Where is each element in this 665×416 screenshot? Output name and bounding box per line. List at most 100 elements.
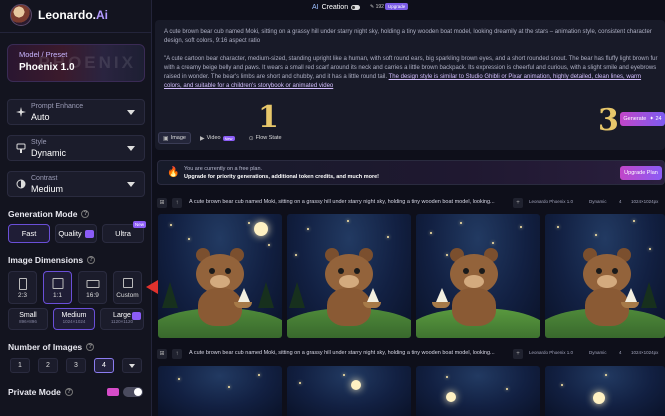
generation-header: ⊞ ↑ A cute brown bear cub named Moki, si… bbox=[157, 197, 665, 209]
annotation-1: 1 bbox=[258, 100, 279, 135]
ratio-16-9-button[interactable]: 16:9 bbox=[78, 271, 107, 304]
logo[interactable]: Leonardo.Ai bbox=[10, 4, 108, 26]
count-2-button[interactable]: 2 bbox=[38, 358, 58, 373]
pro-icon bbox=[107, 388, 119, 396]
help-icon[interactable]: ? bbox=[86, 343, 95, 351]
help-icon[interactable]: ? bbox=[87, 256, 96, 264]
toggle-knob bbox=[134, 388, 142, 396]
prompt-enhance-select[interactable]: Prompt Enhance Auto bbox=[7, 99, 145, 125]
image-icon: ▣ bbox=[163, 135, 169, 142]
generation-count: 4 bbox=[619, 199, 622, 204]
private-mode-title: Private Mode? bbox=[8, 387, 73, 397]
chevron-down-icon bbox=[127, 110, 135, 115]
video-icon: ▶ bbox=[199, 135, 205, 142]
sidebar: Leonardo.Ai PHOENIX Model / Preset Phoen… bbox=[0, 0, 152, 416]
new-badge: New bbox=[222, 135, 235, 141]
upgrade-plan-button[interactable]: Upgrade Plan bbox=[620, 166, 662, 180]
tab-image[interactable]: ▣ Image bbox=[158, 132, 191, 144]
number-of-images-title: Number of Images? bbox=[8, 342, 95, 352]
contrast-icon bbox=[16, 179, 26, 189]
generation-header: ⊞ ↑ A cute brown bear cub named Moki, si… bbox=[157, 348, 665, 360]
avatar[interactable] bbox=[10, 4, 32, 26]
arrow-up-icon[interactable]: ↑ bbox=[172, 198, 182, 208]
grid-icon[interactable]: ⊞ bbox=[157, 198, 167, 208]
generated-image[interactable] bbox=[416, 214, 540, 338]
generated-image[interactable] bbox=[545, 214, 665, 338]
landscape-icon bbox=[86, 280, 99, 288]
brush-icon bbox=[16, 143, 26, 153]
new-badge: New bbox=[132, 221, 146, 228]
mode-fast-button[interactable]: Fast bbox=[8, 224, 50, 243]
tab-video[interactable]: ▶ Video New bbox=[195, 132, 240, 144]
generate-button[interactable]: Generate ✦ 24 bbox=[620, 112, 665, 126]
upgrade-button[interactable]: Upgrade bbox=[385, 3, 409, 10]
app-name: Leonardo.Ai bbox=[38, 8, 109, 22]
size-small-button[interactable]: Small 896×896 bbox=[8, 308, 48, 330]
chevron-down-icon bbox=[129, 363, 135, 368]
size-large-button[interactable]: Large 1120×1120 bbox=[100, 308, 144, 330]
private-mode-toggle[interactable] bbox=[123, 387, 143, 397]
generated-image[interactable] bbox=[545, 366, 665, 416]
ratio-2-3-button[interactable]: 2:3 bbox=[8, 271, 37, 304]
image-dimensions-title: Image Dimensions? bbox=[8, 255, 96, 265]
chevron-down-icon bbox=[127, 182, 135, 187]
style-label: Style bbox=[31, 139, 47, 146]
generation-style: Dynamic bbox=[589, 199, 607, 204]
generation-prompt: A cute brown bear cub named Moki, sittin… bbox=[189, 199, 495, 205]
model-preset-select[interactable]: PHOENIX Model / Preset Phoenix 1.0 bbox=[7, 44, 145, 82]
prompt-enhance-label: Prompt Enhance bbox=[31, 103, 84, 110]
plus-icon[interactable]: + bbox=[513, 349, 523, 359]
generation-mode-title: Generation Mode? bbox=[8, 209, 90, 219]
mode-quality-button[interactable]: Quality bbox=[55, 224, 97, 243]
banner-line-2: Upgrade for priority generations, additi… bbox=[184, 174, 379, 180]
banner-line-1: You are currently on a free plan. bbox=[184, 166, 263, 172]
generation-size: 1024×1024px bbox=[631, 199, 659, 204]
mode-toggle[interactable] bbox=[351, 5, 361, 10]
contrast-label: Contrast bbox=[31, 175, 58, 182]
flow-icon: ⊙ bbox=[248, 135, 254, 142]
generation-model: Leonardo Phoenix 1.0 bbox=[529, 199, 574, 204]
sparkle-icon bbox=[16, 107, 26, 117]
generated-image[interactable] bbox=[158, 214, 282, 338]
help-icon[interactable]: ? bbox=[64, 388, 73, 396]
mode-ultra-button[interactable]: Ultra New bbox=[102, 221, 146, 243]
prompt-input[interactable]: A cute brown bear cub named Moki, sittin… bbox=[155, 20, 665, 150]
contrast-value: Medium bbox=[31, 184, 64, 194]
arrow-up-icon[interactable]: ↑ bbox=[172, 349, 182, 359]
generation-prompt: A cute brown bear cub named Moki, sittin… bbox=[189, 350, 495, 356]
ratio-custom-button[interactable]: Custom bbox=[113, 271, 142, 304]
grid-icon[interactable]: ⊞ bbox=[157, 349, 167, 359]
generated-image[interactable] bbox=[287, 366, 411, 416]
topbar: AI Creation ✎ 192 Upgrade bbox=[152, 0, 665, 16]
prompt-paragraph-1: A cute brown bear cub named Moki, sittin… bbox=[164, 29, 652, 44]
ratio-1-1-button[interactable]: 1:1 bbox=[43, 271, 72, 304]
prompt-paragraph-2: "A cute cartoon bear character, medium-s… bbox=[164, 56, 658, 89]
free-plan-banner: 🔥 You are currently on a free plan. Upgr… bbox=[157, 160, 665, 185]
chevron-down-icon bbox=[127, 146, 135, 151]
model-label: Model / Preset bbox=[19, 50, 68, 59]
count-1-button[interactable]: 1 bbox=[10, 358, 30, 373]
style-value: Dynamic bbox=[31, 148, 67, 158]
style-select[interactable]: Style Dynamic bbox=[7, 135, 145, 161]
plus-icon[interactable]: + bbox=[513, 198, 523, 208]
generated-image[interactable] bbox=[158, 366, 282, 416]
page-title: AI Creation bbox=[312, 4, 361, 11]
custom-size-icon bbox=[122, 278, 133, 288]
token-count: ✎ 192 bbox=[370, 4, 384, 10]
annotation-3: 3 bbox=[598, 103, 619, 138]
generation-model: Leonardo Phoenix 1.0 bbox=[529, 350, 574, 355]
count-more-button[interactable] bbox=[122, 358, 142, 373]
size-medium-button[interactable]: Medium 1024×1024 bbox=[53, 308, 95, 330]
count-4-button[interactable]: 4 bbox=[94, 358, 114, 373]
pro-icon bbox=[132, 312, 141, 320]
divider bbox=[0, 32, 152, 33]
model-value: Phoenix 1.0 bbox=[19, 62, 75, 73]
contrast-select[interactable]: Contrast Medium bbox=[7, 171, 145, 197]
generation-size: 1024×1024px bbox=[631, 350, 659, 355]
portrait-icon bbox=[18, 278, 27, 290]
prompt-enhance-value: Auto bbox=[31, 112, 50, 122]
help-icon[interactable]: ? bbox=[81, 210, 90, 218]
generated-image[interactable] bbox=[287, 214, 411, 338]
generated-image[interactable] bbox=[416, 366, 540, 416]
count-3-button[interactable]: 3 bbox=[66, 358, 86, 373]
